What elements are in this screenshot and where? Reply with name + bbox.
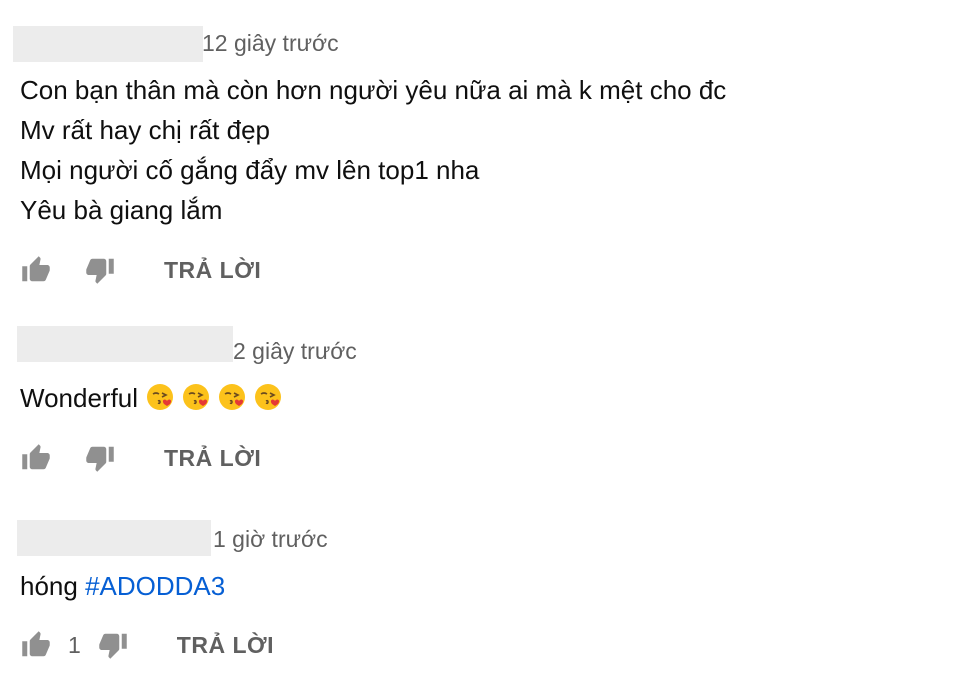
redacted-author-name (17, 326, 233, 362)
reply-button[interactable]: TRẢ LỜI (177, 632, 274, 659)
comment-actions: TRẢ LỜI (20, 252, 261, 288)
reply-button[interactable]: TRẢ LỜI (164, 445, 261, 472)
comment-text-line: hóng (20, 571, 78, 601)
comment-text-line: Wonderful (20, 383, 139, 413)
comment-text-line: Yêu bà giang lắm (20, 195, 223, 225)
comment-text-line: Mv rất hay chị rất đẹp (20, 115, 270, 145)
comment-text: Con bạn thân mà còn hơn người yêu nữa ai… (20, 70, 726, 230)
kiss-emoji-icon (146, 382, 174, 410)
comment-timestamp[interactable]: 1 giờ trước (213, 526, 328, 553)
thumbs-up-icon[interactable] (20, 442, 52, 474)
like-count: 1 (68, 631, 81, 658)
reply-button[interactable]: TRẢ LỜI (164, 257, 261, 284)
thumbs-down-icon[interactable] (84, 254, 116, 286)
kiss-emoji-icon (218, 382, 246, 410)
thumbs-down-icon[interactable] (97, 629, 129, 661)
kiss-emoji-icon (254, 382, 282, 410)
comment-text: Wonderful (20, 378, 282, 418)
thumbs-up-icon[interactable] (20, 254, 52, 286)
comment-text: hóng #ADODDA3 (20, 566, 225, 606)
comment-timestamp[interactable]: 2 giây trước (233, 338, 357, 365)
comment-text-line: Con bạn thân mà còn hơn người yêu nữa ai… (20, 75, 727, 105)
thumbs-down-icon[interactable] (84, 442, 116, 474)
comment-timestamp[interactable]: 12 giây trước (202, 30, 339, 57)
comment-text-line: Mọi người cố gắng đẩy mv lên top1 nha (20, 155, 480, 185)
comment-actions: 1 TRẢ LỜI (20, 627, 274, 663)
kiss-emoji-icon (182, 382, 210, 410)
comment-actions: TRẢ LỜI (20, 440, 261, 476)
redacted-author-name (17, 520, 211, 556)
hashtag-link[interactable]: #ADODDA3 (85, 571, 225, 601)
redacted-author-name (13, 26, 203, 62)
thumbs-up-icon[interactable] (20, 629, 52, 661)
